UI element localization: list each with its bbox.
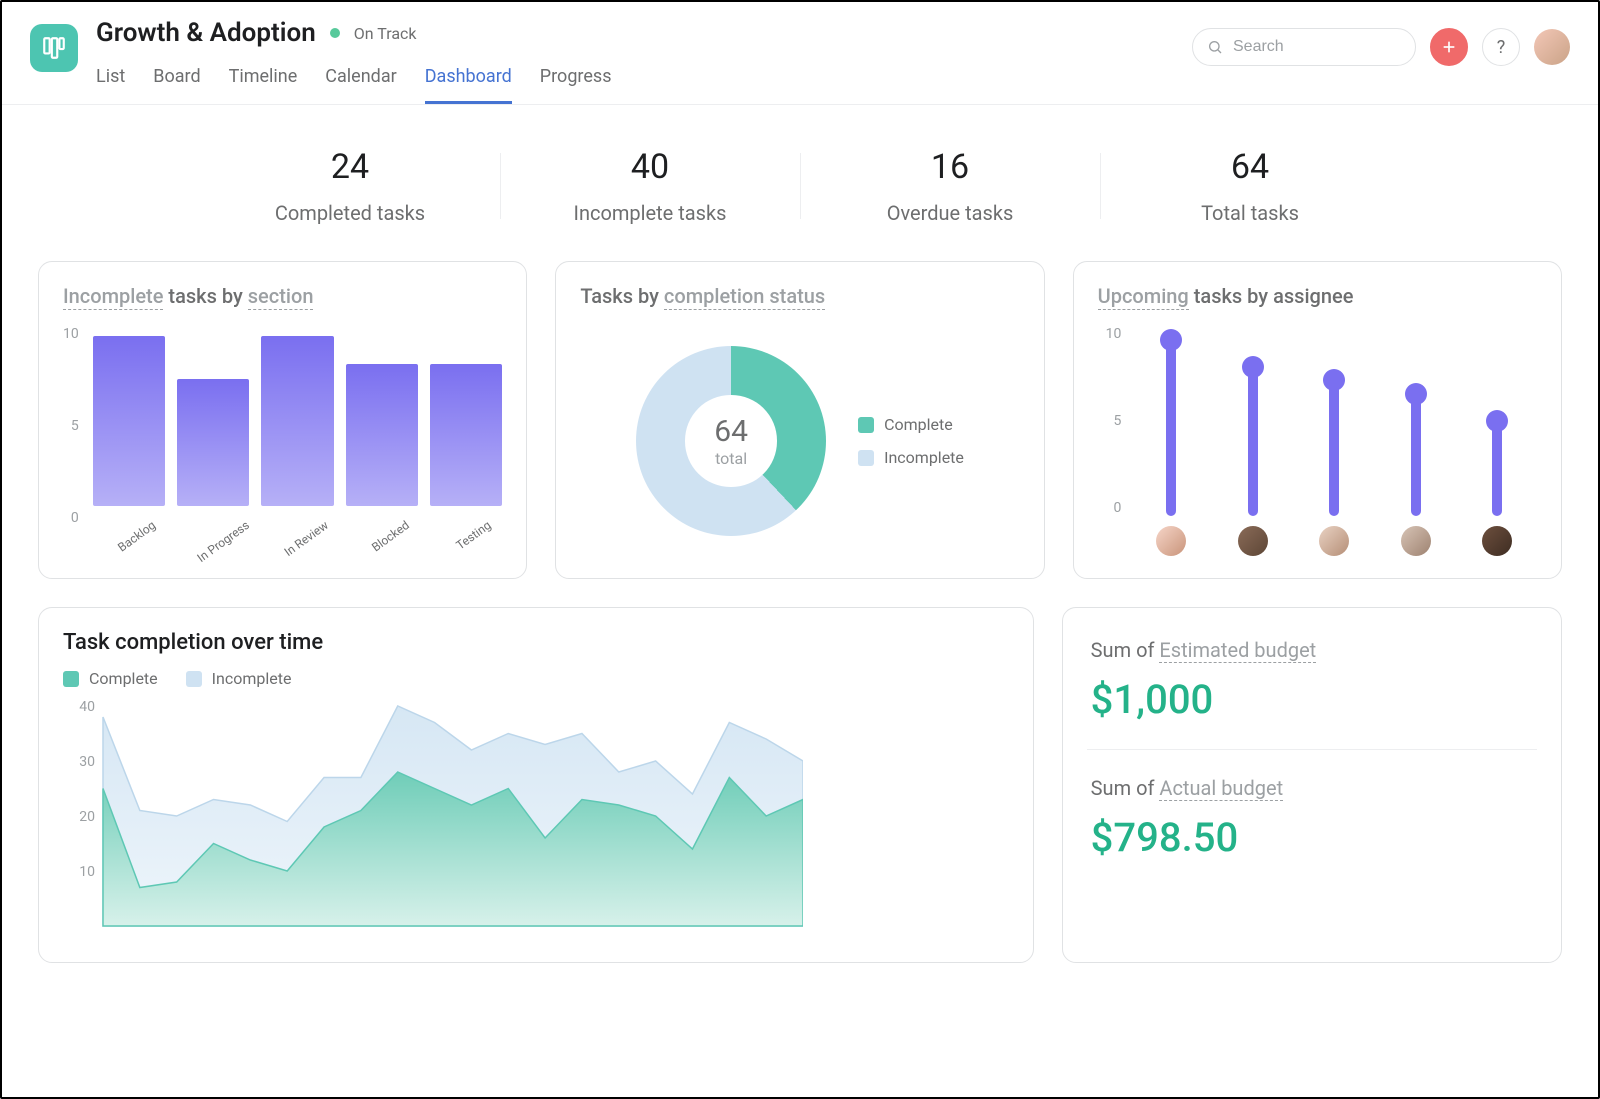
donut-chart: 64 total: [636, 346, 826, 536]
assignee-avatar[interactable]: [1482, 526, 1512, 556]
card-title: Incomplete tasks by section: [63, 284, 502, 308]
assignee-bar-1[interactable]: [1139, 326, 1203, 556]
swatch-icon: [858, 450, 874, 466]
view-tabs: List Board Timeline Calendar Dashboard Progre…: [96, 60, 1192, 104]
card-title: Task completion over time: [63, 630, 1009, 655]
stat-value: 40: [500, 147, 800, 187]
stat-card[interactable]: 64 Total tasks: [1100, 147, 1400, 225]
filter-dropdown-status[interactable]: Incomplete: [63, 284, 163, 310]
y-axis: 1050: [63, 326, 79, 546]
donut-legend: Complete Incomplete: [858, 415, 964, 467]
assignee-bar-2[interactable]: [1221, 326, 1285, 556]
stat-value: 24: [200, 147, 500, 187]
stat-card[interactable]: 16 Overdue tasks: [800, 147, 1100, 225]
swatch-icon: [186, 671, 202, 687]
area-chart: 10 20 30 40: [63, 696, 803, 936]
tab-board[interactable]: Board: [153, 60, 200, 104]
search-icon: [1207, 39, 1223, 55]
assignee-bar-5[interactable]: [1465, 326, 1529, 556]
stat-label: Overdue tasks: [800, 201, 1100, 225]
swatch-icon: [858, 417, 874, 433]
card-title: Tasks by completion status: [580, 284, 1019, 308]
lollipop-chart: 1050: [1098, 326, 1537, 556]
quick-add-button[interactable]: [1430, 28, 1468, 66]
y-axis: 1050: [1106, 326, 1122, 556]
tab-calendar[interactable]: Calendar: [325, 60, 396, 104]
assignee-avatar[interactable]: [1401, 526, 1431, 556]
assignee-avatar[interactable]: [1238, 526, 1268, 556]
tab-progress[interactable]: Progress: [540, 60, 612, 104]
budget-estimated: Sum of Estimated budget $1,000: [1087, 630, 1537, 749]
search-box[interactable]: [1192, 28, 1416, 66]
card-budgets: Sum of Estimated budget $1,000 Sum of Ac…: [1062, 607, 1562, 963]
donut-label: total: [715, 449, 747, 468]
svg-text:40: 40: [79, 699, 95, 715]
stat-label: Incomplete tasks: [500, 201, 800, 225]
bar-backlog[interactable]: Backlog: [93, 326, 165, 546]
assignee-bar-3[interactable]: [1302, 326, 1366, 556]
assignee-avatar[interactable]: [1156, 526, 1186, 556]
filter-dropdown-group[interactable]: section: [248, 284, 314, 310]
tab-timeline[interactable]: Timeline: [229, 60, 298, 104]
budget-value: $1,000: [1091, 676, 1533, 723]
card-completion-status: Tasks by completion status 64 total Comp…: [555, 261, 1044, 579]
stat-label: Completed tasks: [200, 201, 500, 225]
swatch-icon: [63, 671, 79, 687]
plus-icon: [1441, 39, 1457, 55]
card-tasks-by-section: Incomplete tasks by section 1050 Backlog…: [38, 261, 527, 579]
app-header: Growth & Adoption On Track List Board Time…: [2, 2, 1598, 105]
card-title: Upcoming tasks by assignee: [1098, 284, 1537, 308]
svg-text:20: 20: [79, 809, 95, 825]
status-dot-icon: [330, 28, 340, 38]
project-icon[interactable]: [30, 24, 78, 72]
assignee-avatar[interactable]: [1319, 526, 1349, 556]
area-legend: Complete Incomplete: [63, 669, 1009, 688]
bar-chart: 1050 BacklogIn ProgressIn ReviewBlockedT…: [63, 326, 502, 546]
bar-testing[interactable]: Testing: [430, 326, 502, 546]
stat-label: Total tasks: [1100, 201, 1400, 225]
budget-value: $798.50: [1091, 814, 1533, 861]
bar-in-progress[interactable]: In Progress: [177, 326, 249, 546]
assignee-bar-4[interactable]: [1384, 326, 1448, 556]
bar-in-review[interactable]: In Review: [261, 326, 333, 546]
budget-actual: Sum of Actual budget $798.50: [1087, 749, 1537, 887]
donut-value: 64: [714, 414, 748, 449]
card-completion-over-time: Task completion over time Complete Incom…: [38, 607, 1034, 963]
stat-value: 16: [800, 147, 1100, 187]
question-icon: ?: [1497, 37, 1506, 58]
svg-text:10: 10: [79, 864, 95, 880]
tab-list[interactable]: List: [96, 60, 125, 104]
tab-dashboard[interactable]: Dashboard: [425, 60, 512, 104]
board-icon: [41, 35, 67, 61]
stat-card[interactable]: 40 Incomplete tasks: [500, 147, 800, 225]
search-input[interactable]: [1231, 37, 1355, 57]
svg-text:30: 30: [79, 754, 95, 770]
stat-value: 64: [1100, 147, 1400, 187]
stat-card[interactable]: 24 Completed tasks: [200, 147, 500, 225]
status-label[interactable]: On Track: [354, 24, 417, 43]
card-tasks-by-assignee: Upcoming tasks by assignee 1050: [1073, 261, 1562, 579]
bar-blocked[interactable]: Blocked: [346, 326, 418, 546]
user-avatar[interactable]: [1534, 29, 1570, 65]
field-dropdown-estimated[interactable]: Estimated budget: [1159, 638, 1316, 663]
filter-dropdown-completion[interactable]: completion status: [664, 284, 825, 310]
project-title[interactable]: Growth & Adoption: [96, 18, 316, 48]
filter-dropdown-upcoming[interactable]: Upcoming: [1098, 284, 1189, 310]
field-dropdown-actual[interactable]: Actual budget: [1159, 776, 1283, 801]
stat-strip: 24 Completed tasks40 Incomplete tasks16 Ove…: [2, 105, 1598, 261]
help-button[interactable]: ?: [1482, 28, 1520, 66]
